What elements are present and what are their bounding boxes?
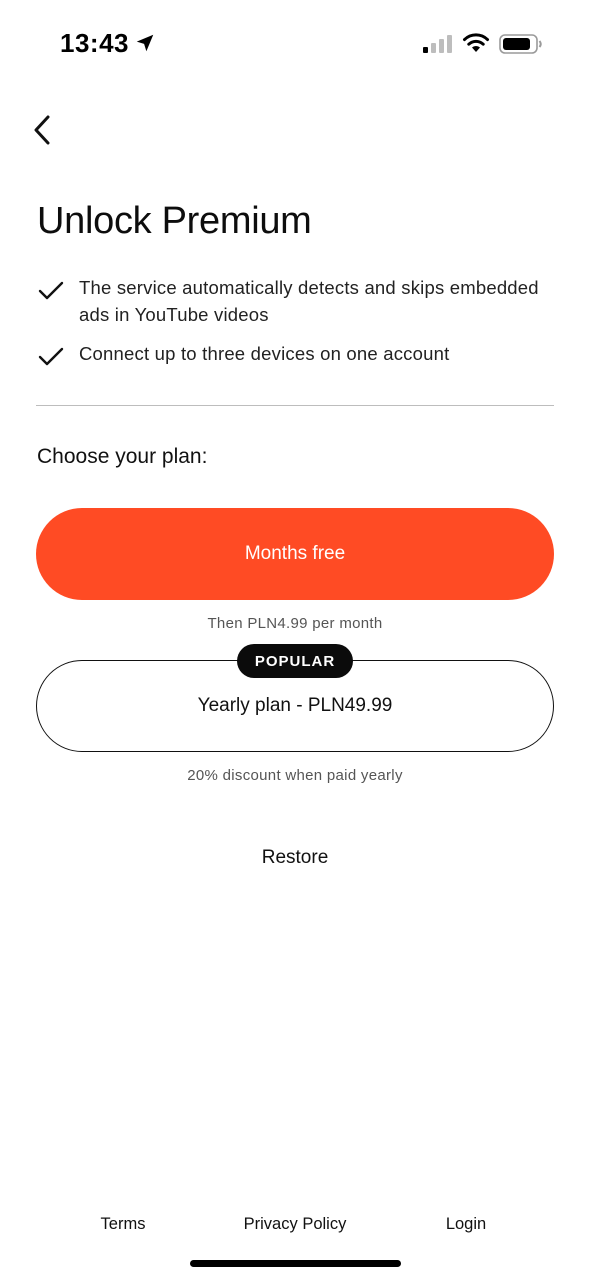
feature-item: Connect up to three devices on one accou… <box>37 340 557 367</box>
check-icon <box>38 281 64 300</box>
yearly-discount-note: 20% discount when paid yearly <box>187 767 403 784</box>
login-link[interactable]: Login <box>416 1215 516 1234</box>
location-arrow-icon <box>136 34 154 52</box>
privacy-policy-link[interactable]: Privacy Policy <box>215 1215 375 1234</box>
status-bar: 13:43 <box>0 0 590 90</box>
restore-link[interactable]: Restore <box>0 847 590 869</box>
battery-icon <box>499 34 542 54</box>
choose-plan-heading: Choose your plan: <box>37 445 208 468</box>
terms-link[interactable]: Terms <box>73 1215 173 1234</box>
feature-item: The service automatically detects and sk… <box>37 274 557 328</box>
yearly-plan-label: Yearly plan - PLN49.99 <box>197 695 393 716</box>
chevron-left-icon <box>34 115 50 145</box>
feature-list: The service automatically detects and sk… <box>37 274 557 379</box>
months-free-button[interactable]: Months free <box>36 508 554 600</box>
check-icon <box>38 347 64 366</box>
popular-badge: POPULAR <box>237 644 353 678</box>
feature-text: Connect up to three devices on one accou… <box>79 343 450 364</box>
monthly-price-note: Then PLN4.99 per month <box>207 615 383 632</box>
home-indicator <box>190 1260 401 1267</box>
divider <box>36 405 554 406</box>
page-title: Unlock Premium <box>37 200 312 242</box>
feature-text: The service automatically detects and sk… <box>79 277 539 325</box>
cellular-signal-icon <box>423 35 452 53</box>
back-button[interactable] <box>26 108 62 152</box>
status-time: 13:43 <box>60 28 129 58</box>
wifi-icon <box>463 33 489 52</box>
